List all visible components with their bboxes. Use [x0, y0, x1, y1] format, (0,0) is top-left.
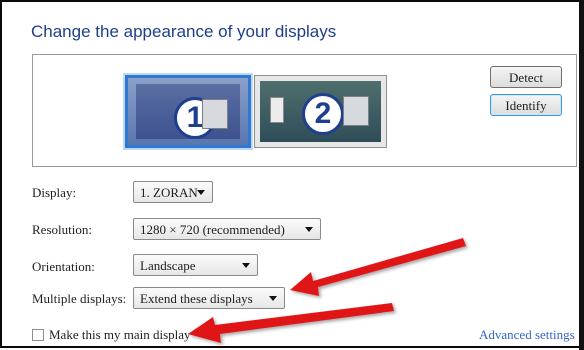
monitor-1-screen: 1 — [136, 84, 240, 139]
orientation-label: Orientation: — [32, 259, 95, 274]
resolution-select[interactable]: 1280 × 720 (recommended) — [133, 218, 321, 240]
monitor-2-number: 2 — [302, 93, 344, 135]
orientation-select-value: Landscape — [140, 258, 196, 273]
monitor-2-screen: 2 — [260, 81, 381, 142]
resolution-label: Resolution: — [32, 222, 92, 237]
chevron-down-icon — [197, 190, 205, 195]
advanced-settings-link[interactable]: Advanced settings — [479, 327, 575, 343]
monitor-2-tile[interactable]: 2 — [254, 75, 387, 148]
page-title: Change the appearance of your displays — [31, 22, 337, 41]
multiple-displays-select-value: Extend these displays — [140, 291, 253, 306]
multiple-displays-label: Multiple displays: — [32, 291, 127, 306]
display-label: Display: — [32, 185, 77, 200]
chevron-down-icon — [269, 296, 277, 301]
window-edge — [579, 0, 584, 350]
window-icon — [343, 96, 369, 126]
chevron-down-icon — [242, 263, 250, 268]
main-display-checkbox[interactable] — [32, 329, 44, 341]
resolution-select-value: 1280 × 720 (recommended) — [140, 222, 285, 237]
detect-button[interactable]: Detect — [490, 66, 562, 88]
monitor-1-tile[interactable]: 1 — [125, 75, 251, 148]
multiple-displays-select[interactable]: Extend these displays — [133, 287, 285, 309]
main-display-label[interactable]: Make this my main display — [49, 327, 191, 343]
chevron-down-icon — [305, 227, 313, 232]
document-icon — [270, 97, 284, 123]
display-arrangement-preview: 1 2 Detect Identify — [32, 54, 577, 167]
identify-button[interactable]: Identify — [490, 94, 562, 116]
orientation-select[interactable]: Landscape — [133, 254, 258, 276]
display-select-value: 1. ZORAN — [140, 185, 198, 200]
window-icon — [202, 99, 228, 129]
display-select[interactable]: 1. ZORAN — [133, 181, 213, 203]
